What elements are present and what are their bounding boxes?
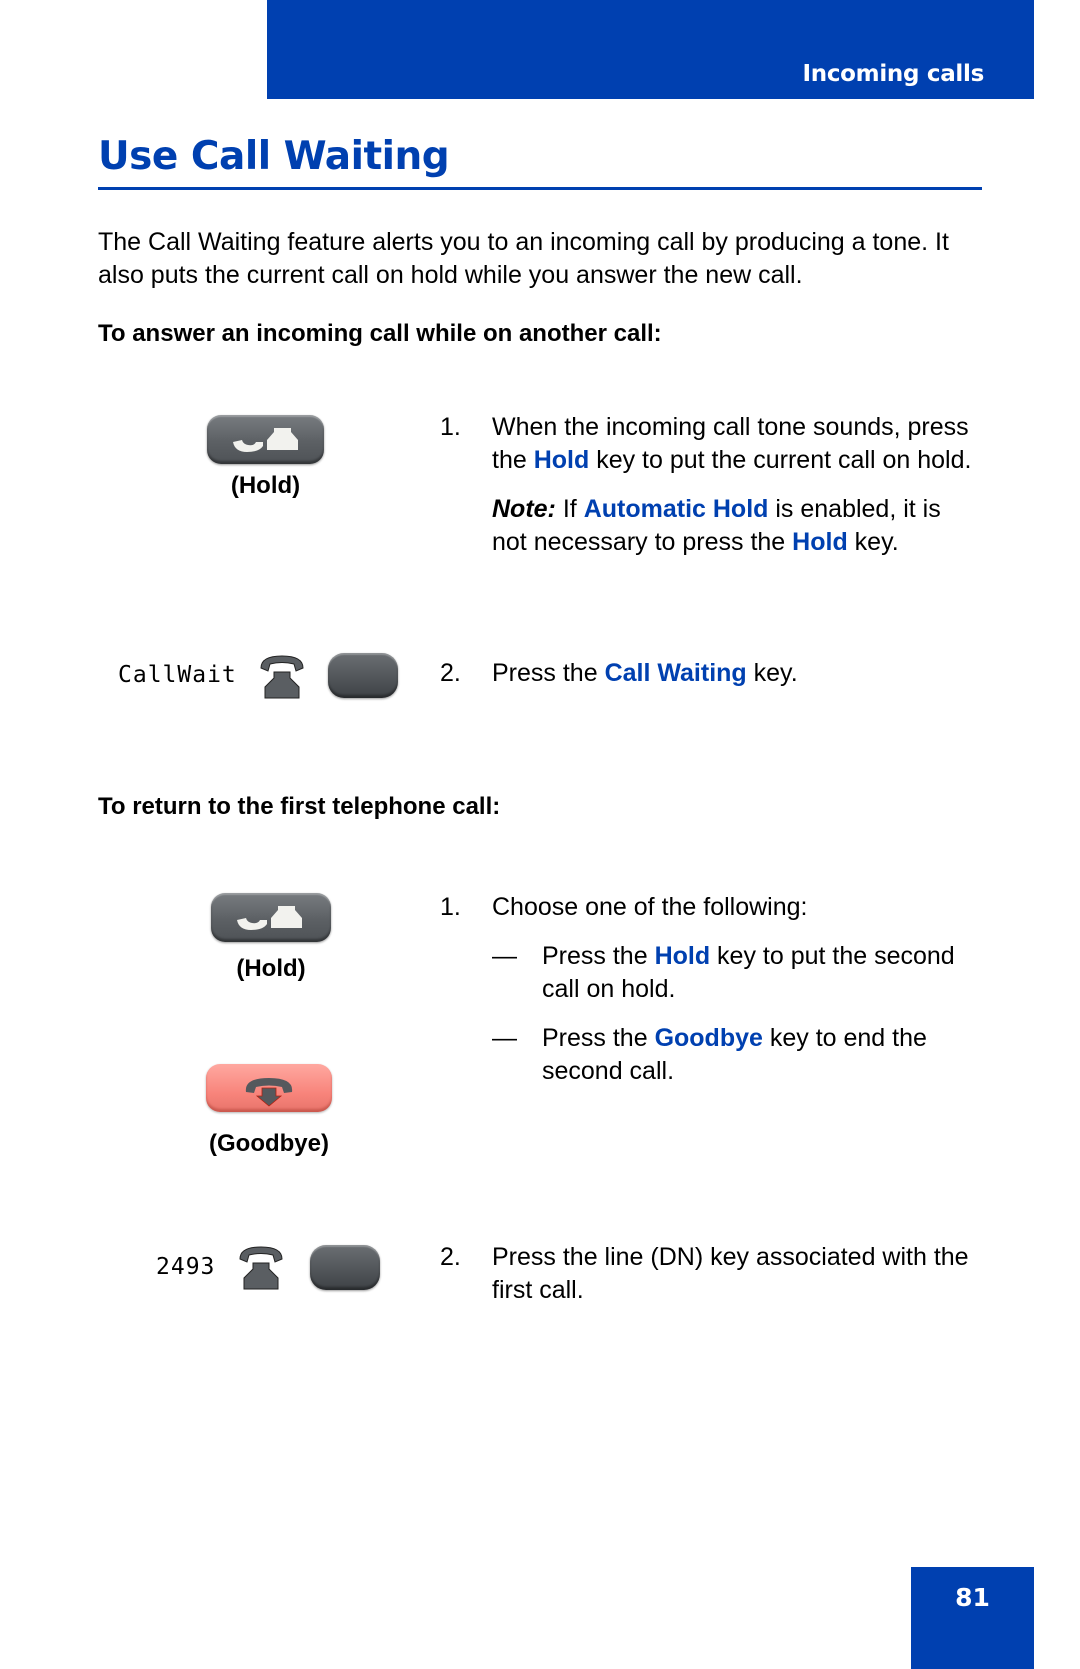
lcd-callwait-label: CallWait bbox=[118, 662, 237, 688]
hold-key-ref: Hold bbox=[533, 446, 590, 474]
step-text: Press the Call Waiting key. bbox=[492, 659, 798, 687]
lcd-dn-label: 2493 bbox=[156, 1254, 216, 1280]
section2-heading: To return to the first telephone call: bbox=[98, 793, 501, 820]
telephone-icon bbox=[239, 1246, 283, 1290]
step-number: 1. bbox=[440, 893, 461, 921]
goodbye-key[interactable] bbox=[206, 1064, 332, 1112]
callwait-line-key[interactable] bbox=[328, 653, 398, 698]
step-text: Choose one of the following: bbox=[492, 893, 808, 921]
hold-key-ref: Hold bbox=[792, 528, 848, 556]
page-number: 81 bbox=[911, 1567, 1034, 1669]
hold-key[interactable] bbox=[207, 415, 324, 464]
dn-line-key[interactable] bbox=[310, 1245, 380, 1290]
section1-heading: To answer an incoming call while on anot… bbox=[98, 320, 662, 347]
step-number: 2. bbox=[440, 1243, 461, 1271]
title-rule bbox=[98, 187, 982, 190]
header-band: Incoming calls bbox=[267, 0, 1034, 99]
automatic-hold-ref: Automatic Hold bbox=[583, 495, 769, 523]
step-number: 2. bbox=[440, 659, 461, 687]
hold-icon bbox=[233, 428, 298, 452]
option-goodbye: — Press the Goodbye key to end the secon… bbox=[492, 1024, 927, 1085]
intro-paragraph: The Call Waiting feature alerts you to a… bbox=[98, 228, 949, 289]
goodbye-key-label: (Goodbye) bbox=[209, 1130, 329, 1157]
note-label: Note: bbox=[492, 495, 556, 523]
option-hold: — Press the Hold key to put the second c… bbox=[492, 942, 955, 1003]
hold-key[interactable] bbox=[211, 893, 331, 942]
page-title: Use Call Waiting bbox=[98, 134, 450, 179]
step-text: Press the line (DN) key associated with … bbox=[492, 1243, 969, 1304]
call-waiting-key-ref: Call Waiting bbox=[604, 659, 747, 687]
dash-bullet: — bbox=[492, 1024, 517, 1052]
hold-icon bbox=[237, 906, 302, 930]
goodbye-key-ref: Goodbye bbox=[654, 1024, 763, 1052]
dash-bullet: — bbox=[492, 942, 517, 970]
hold-key-label: (Hold) bbox=[236, 955, 306, 982]
note: Note: If Automatic Hold is enabled, it i… bbox=[492, 495, 941, 556]
step-number: 1. bbox=[440, 413, 461, 441]
page-number-text: 81 bbox=[955, 1583, 990, 1612]
section-title: Incoming calls bbox=[802, 61, 985, 87]
goodbye-icon bbox=[245, 1078, 293, 1107]
telephone-icon bbox=[260, 655, 304, 699]
hold-key-label: (Hold) bbox=[230, 472, 301, 499]
step-text: When the incoming call tone sounds, pres… bbox=[492, 413, 972, 474]
hold-key-ref: Hold bbox=[654, 942, 711, 970]
